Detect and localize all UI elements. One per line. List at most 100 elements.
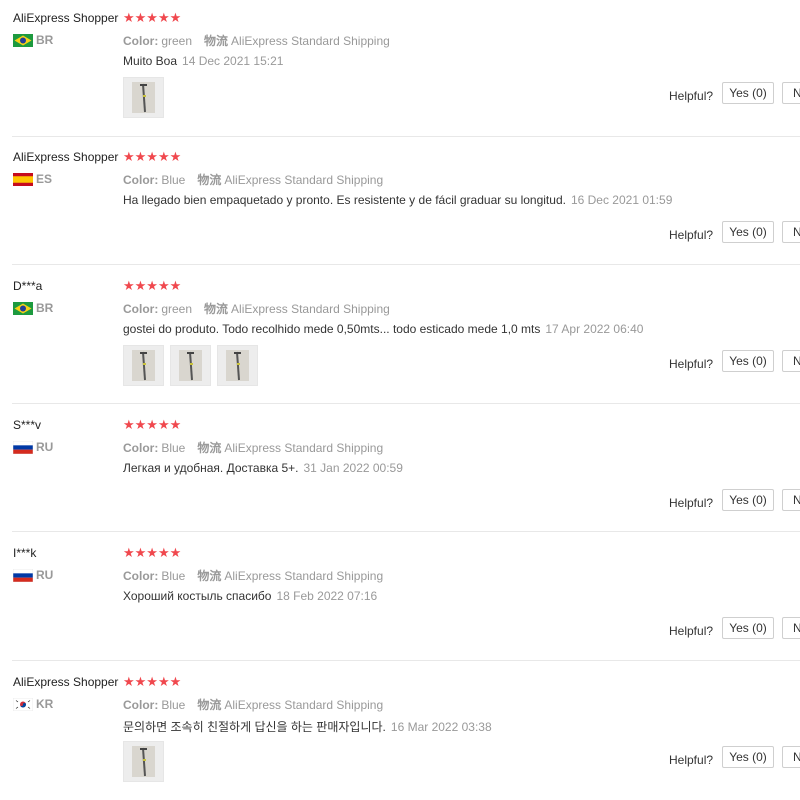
helpful-yes-button[interactable]: Yes (0) — [722, 489, 774, 511]
br-flag-icon — [13, 301, 33, 315]
review-item: AliExpress Shopper BR ★★★★★ Color: green 物… — [0, 11, 800, 131]
review-body: 문의하면 조속히 친절하게 답신을 하는 판매자입니다. — [123, 720, 386, 734]
reviewer-country: BR — [13, 33, 53, 47]
helpful-no-button[interactable]: N — [782, 746, 800, 768]
ru-flag-icon — [12, 440, 34, 454]
shipping-value: AliExpress Standard Shipping — [224, 569, 384, 583]
review-body: Ha llegado bien empaquetado y pronto. Es… — [123, 193, 566, 207]
country-code: KR — [36, 697, 54, 711]
review-body: Muito Boa — [123, 54, 178, 68]
helpful-yes-button[interactable]: Yes (0) — [722, 221, 774, 243]
review-meta: Color: green 物流 AliExpress Standard Shippin… — [123, 300, 390, 317]
review-photo-thumbnail[interactable] — [217, 345, 258, 386]
review-photo-thumbnail[interactable] — [170, 345, 211, 386]
kr-flag-icon — [12, 697, 34, 711]
review-body: Хороший костыль спасибо — [123, 589, 272, 603]
color-key-label: Color: — [123, 441, 159, 455]
helpful-no-button[interactable]: N — [782, 350, 800, 372]
shipping-key-label: 物流 — [204, 34, 229, 48]
review-divider — [12, 403, 800, 404]
reviewer-country: RU — [12, 440, 54, 454]
color-value: Blue — [161, 441, 186, 455]
review-meta: Color: Blue 物流 AliExpress Standard Shipping — [123, 696, 383, 713]
color-value: Blue — [161, 698, 186, 712]
review-item: I***k RU ★★★★★ Color: Blue 物流 AliExpress St… — [0, 546, 800, 666]
reviewer-country: BR — [13, 301, 53, 315]
shipping-value: AliExpress Standard Shipping — [231, 34, 390, 48]
reviewer-name: AliExpress Shopper — [13, 675, 119, 689]
reviewer-country: ES — [13, 172, 52, 186]
reviewer-country: KR — [12, 697, 54, 711]
review-text: Ha llegado bien empaquetado y pronto. Es… — [123, 193, 672, 207]
review-date: 18 Feb 2022 07:16 — [276, 589, 378, 603]
ru-flag-icon — [12, 568, 34, 582]
color-key-label: Color: — [123, 569, 159, 583]
country-code: RU — [36, 568, 54, 582]
es-flag-icon — [13, 172, 33, 186]
review-text: Muito Boa 14 Dec 2021 15:21 — [123, 54, 283, 68]
shipping-value: AliExpress Standard Shipping — [231, 302, 390, 316]
color-key-label: Color: — [123, 698, 159, 712]
color-value: Blue — [161, 569, 186, 583]
helpful-no-button[interactable]: N — [782, 82, 800, 104]
helpful-label: Helpful? — [669, 357, 714, 371]
shipping-key-label: 物流 — [197, 698, 222, 712]
color-value: green — [161, 34, 193, 48]
shipping-key-label: 物流 — [197, 173, 222, 187]
review-text: 문의하면 조속히 친절하게 답신을 하는 판매자입니다. 16 Mar 2022 … — [123, 718, 492, 735]
review-photos — [123, 77, 164, 118]
review-photos — [123, 345, 258, 386]
review-photos — [123, 741, 164, 782]
review-body: Легкая и удобная. Доставка 5+. — [123, 461, 299, 475]
review-item: D***a BR ★★★★★ Color: green 物流 AliExpress S… — [0, 279, 800, 399]
helpful-yes-button[interactable]: Yes (0) — [722, 746, 774, 768]
shipping-key-label: 物流 — [204, 302, 229, 316]
helpful-yes-button[interactable]: Yes (0) — [722, 617, 774, 639]
shipping-value: AliExpress Standard Shipping — [224, 698, 384, 712]
star-rating: ★★★★★ — [123, 417, 182, 432]
star-rating: ★★★★★ — [123, 278, 182, 293]
color-value: green — [161, 302, 193, 316]
review-meta: Color: Blue 物流 AliExpress Standard Shipping — [123, 171, 383, 188]
reviewer-name: AliExpress Shopper — [13, 150, 119, 164]
helpful-label: Helpful? — [669, 753, 714, 767]
review-photo-thumbnail[interactable] — [123, 741, 164, 782]
helpful-no-button[interactable]: N — [782, 221, 800, 243]
helpful-no-button[interactable]: N — [782, 489, 800, 511]
shipping-key-label: 物流 — [197, 569, 222, 583]
country-code: BR — [36, 301, 54, 315]
reviewer-name: I***k — [13, 546, 37, 560]
review-photo-thumbnail[interactable] — [123, 77, 164, 118]
review-photo-thumbnail[interactable] — [123, 345, 164, 386]
star-rating: ★★★★★ — [123, 674, 182, 689]
star-rating: ★★★★★ — [123, 149, 182, 164]
review-text: gostei do produto. Todo recolhido mede 0… — [123, 322, 643, 336]
review-item: AliExpress Shopper ES ★★★★★ Color: Blue 物流… — [0, 150, 800, 270]
review-meta: Color: Blue 物流 AliExpress Standard Shipping — [123, 439, 383, 456]
review-date: 16 Dec 2021 01:59 — [570, 193, 673, 207]
star-rating: ★★★★★ — [123, 545, 182, 560]
color-key-label: Color: — [123, 173, 159, 187]
reviewer-country: RU — [12, 568, 54, 582]
shipping-value: AliExpress Standard Shipping — [224, 173, 384, 187]
color-value: Blue — [161, 173, 186, 187]
review-item: S***v RU ★★★★★ Color: Blue 物流 AliExpress St… — [0, 418, 800, 538]
country-code: BR — [36, 33, 54, 47]
review-text: Хороший костыль спасибо 18 Feb 2022 07:16 — [123, 589, 377, 603]
review-item: AliExpress Shopper KR ★★★★★ Color: Blue 物流… — [0, 675, 800, 795]
review-body: gostei do produto. Todo recolhido mede 0… — [123, 322, 541, 336]
helpful-no-button[interactable]: N — [782, 617, 800, 639]
star-rating: ★★★★★ — [123, 10, 182, 25]
review-meta: Color: green 物流 AliExpress Standard Shippin… — [123, 32, 390, 49]
reviewer-name: AliExpress Shopper — [13, 11, 119, 25]
review-date: 17 Apr 2022 06:40 — [545, 322, 644, 336]
helpful-yes-button[interactable]: Yes (0) — [722, 82, 774, 104]
helpful-yes-button[interactable]: Yes (0) — [722, 350, 774, 372]
shipping-key-label: 物流 — [197, 441, 222, 455]
helpful-label: Helpful? — [669, 89, 714, 103]
review-date: 31 Jan 2022 00:59 — [303, 461, 403, 475]
review-text: Легкая и удобная. Доставка 5+. 31 Jan 202… — [123, 461, 403, 475]
shipping-value: AliExpress Standard Shipping — [224, 441, 384, 455]
review-meta: Color: Blue 物流 AliExpress Standard Shipping — [123, 567, 383, 584]
country-code: RU — [36, 440, 54, 454]
